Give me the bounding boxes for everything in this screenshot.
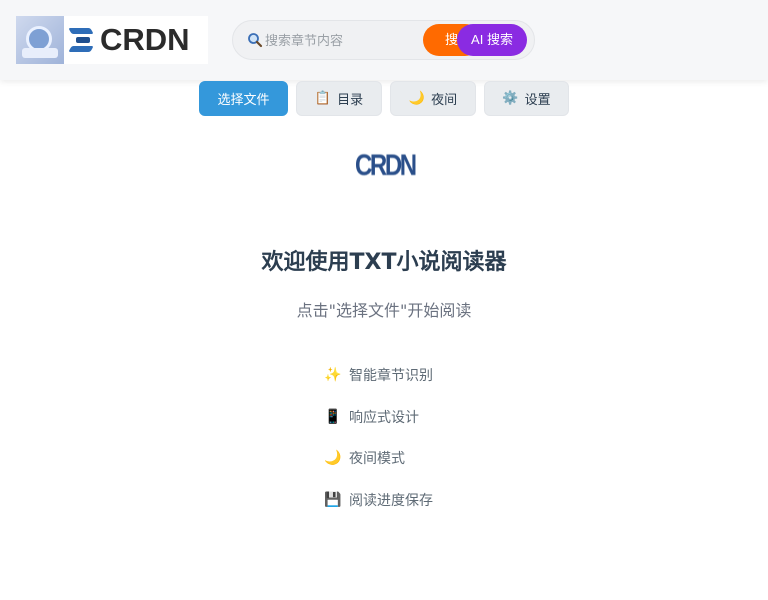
settings-label: 设置 [524, 93, 551, 108]
moon-icon: 🌙 [324, 450, 342, 466]
logo-mark-icon [68, 25, 98, 55]
feature-item: 🌙 夜间模式 [324, 447, 433, 469]
toolbar: 选择文件 📋 目录 🌙 夜间 ⚙️ 设置 [199, 81, 569, 116]
feature-label: 夜间模式 [349, 451, 405, 467]
welcome-title: 欢迎使用TXT小说阅读器 [261, 250, 507, 275]
welcome-logo-text: CRDN [355, 149, 417, 182]
night-mode-button[interactable]: 🌙 夜间 [390, 81, 476, 116]
feature-item: ✨ 智能章节识别 [324, 364, 433, 386]
toc-button[interactable]: 📋 目录 [296, 81, 382, 116]
feature-item: 📱 响应式设计 [324, 406, 433, 428]
search-icon [248, 33, 263, 48]
welcome-logo: CRDN [355, 144, 417, 188]
feature-list: ✨ 智能章节识别 📱 响应式设计 🌙 夜间模式 💾 阅读进度保存 [324, 364, 433, 530]
toc-label: 目录 [337, 93, 364, 108]
moon-icon: 🌙 [408, 91, 426, 106]
feature-label: 智能章节识别 [349, 368, 433, 384]
select-file-label: 选择文件 [217, 93, 270, 108]
feature-item: 💾 阅读进度保存 [324, 489, 433, 511]
sparkles-icon: ✨ [324, 367, 342, 383]
search-input[interactable] [265, 30, 415, 52]
search-bar: 搜索 AI 搜索 [232, 20, 535, 60]
feature-label: 响应式设计 [349, 409, 419, 426]
mobile-phone-icon: 📱 [324, 408, 342, 425]
welcome-subtitle: 点击"选择文件"开始阅读 [296, 301, 472, 320]
header: CRDN 搜索 AI 搜索 [0, 0, 768, 80]
feature-label: 阅读进度保存 [349, 492, 433, 509]
site-logo[interactable]: CRDN [16, 16, 208, 64]
floppy-disk-icon: 💾 [324, 491, 342, 508]
logo-text: CRDN [100, 22, 190, 57]
select-file-button[interactable]: 选择文件 [199, 81, 288, 116]
gear-icon: ⚙️ [502, 91, 519, 106]
ai-search-button[interactable]: AI 搜索 [457, 24, 527, 56]
logo-thumbnail-image [16, 16, 64, 64]
settings-button[interactable]: ⚙️ 设置 [484, 81, 569, 116]
clipboard-icon: 📋 [314, 91, 332, 106]
night-label: 夜间 [431, 93, 458, 108]
